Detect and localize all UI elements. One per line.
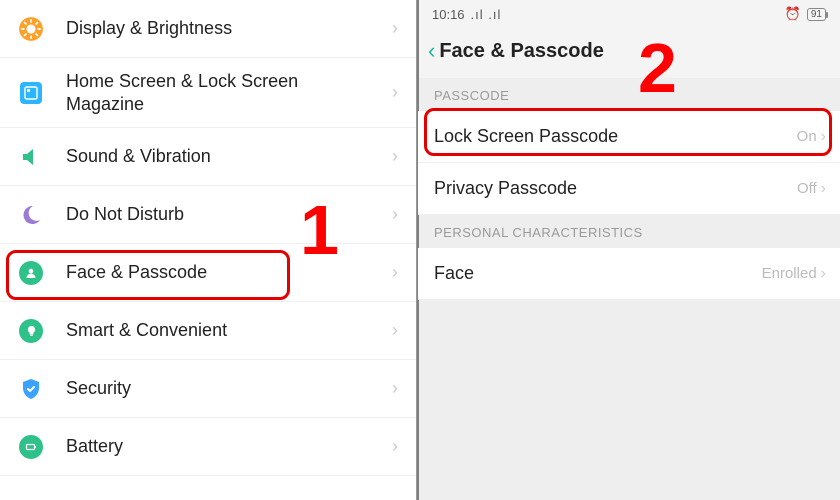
- chevron-right-icon: ›: [392, 82, 398, 103]
- home-screen-icon: [18, 80, 44, 106]
- battery-icon: [18, 434, 44, 460]
- chevron-right-icon: ›: [392, 262, 398, 283]
- row-sound-vibration[interactable]: Sound & Vibration ›: [0, 128, 416, 186]
- row-label: Smart & Convenient: [66, 319, 384, 342]
- page-title: Face & Passcode: [439, 40, 604, 63]
- nav-header: ‹ Face & Passcode: [418, 28, 840, 78]
- row-home-lock-magazine[interactable]: Home Screen & Lock Screen Magazine ›: [0, 58, 416, 128]
- settings-list-pane: Display & Brightness › Home Screen & Loc…: [0, 0, 418, 500]
- section-personal: PERSONAL CHARACTERISTICS: [418, 215, 840, 248]
- row-value: On: [797, 128, 817, 145]
- row-value: Enrolled: [762, 265, 817, 282]
- settings-list: Display & Brightness › Home Screen & Loc…: [0, 0, 416, 476]
- bulb-icon: [18, 318, 44, 344]
- tutorial-composite: Display & Brightness › Home Screen & Loc…: [0, 0, 840, 500]
- row-label: Face & Passcode: [66, 261, 384, 284]
- chevron-right-icon: ›: [392, 320, 398, 341]
- speaker-icon: [18, 144, 44, 170]
- chevron-right-icon: ›: [821, 128, 826, 146]
- face-passcode-pane: 10:16 .ıl .ıl ⏰ 91 ‹ Face & Passcode PAS…: [418, 0, 840, 500]
- row-label: Privacy Passcode: [434, 178, 797, 199]
- row-face-passcode[interactable]: Face & Passcode ›: [0, 244, 416, 302]
- sun-icon: [18, 16, 44, 42]
- section-passcode: PASSCODE: [418, 78, 840, 111]
- row-face[interactable]: Face Enrolled ›: [418, 248, 840, 300]
- row-label: Face: [434, 263, 762, 284]
- signal-icon: .ıl .ıl: [471, 7, 502, 22]
- row-value: Off: [797, 180, 817, 197]
- row-label: Sound & Vibration: [66, 145, 384, 168]
- chevron-right-icon: ›: [392, 378, 398, 399]
- row-label: Home Screen & Lock Screen Magazine: [66, 70, 384, 115]
- row-display-brightness[interactable]: Display & Brightness ›: [0, 0, 416, 58]
- moon-icon: [18, 202, 44, 228]
- row-label: Battery: [66, 435, 384, 458]
- shield-icon: [18, 376, 44, 402]
- row-security[interactable]: Security ›: [0, 360, 416, 418]
- row-privacy-passcode[interactable]: Privacy Passcode Off ›: [418, 163, 840, 215]
- battery-pct: 91: [811, 9, 822, 20]
- row-label: Display & Brightness: [66, 17, 384, 40]
- chevron-right-icon: ›: [392, 436, 398, 457]
- back-button[interactable]: ‹: [428, 38, 435, 64]
- chevron-right-icon: ›: [392, 146, 398, 167]
- row-label: Do Not Disturb: [66, 203, 384, 226]
- chevron-right-icon: ›: [392, 18, 398, 39]
- row-battery[interactable]: Battery ›: [0, 418, 416, 476]
- alarm-icon: ⏰: [785, 6, 801, 22]
- row-label: Security: [66, 377, 384, 400]
- chevron-right-icon: ›: [392, 204, 398, 225]
- row-label: Lock Screen Passcode: [434, 126, 797, 147]
- chevron-right-icon: ›: [821, 180, 826, 198]
- row-do-not-disturb[interactable]: Do Not Disturb ›: [0, 186, 416, 244]
- status-time: 10:16: [432, 7, 465, 22]
- row-smart-convenient[interactable]: Smart & Convenient ›: [0, 302, 416, 360]
- row-lock-screen-passcode[interactable]: Lock Screen Passcode On ›: [418, 111, 840, 163]
- battery-indicator: 91: [807, 8, 826, 21]
- status-bar: 10:16 .ıl .ıl ⏰ 91: [418, 0, 840, 28]
- chevron-right-icon: ›: [821, 265, 826, 283]
- face-icon: [18, 260, 44, 286]
